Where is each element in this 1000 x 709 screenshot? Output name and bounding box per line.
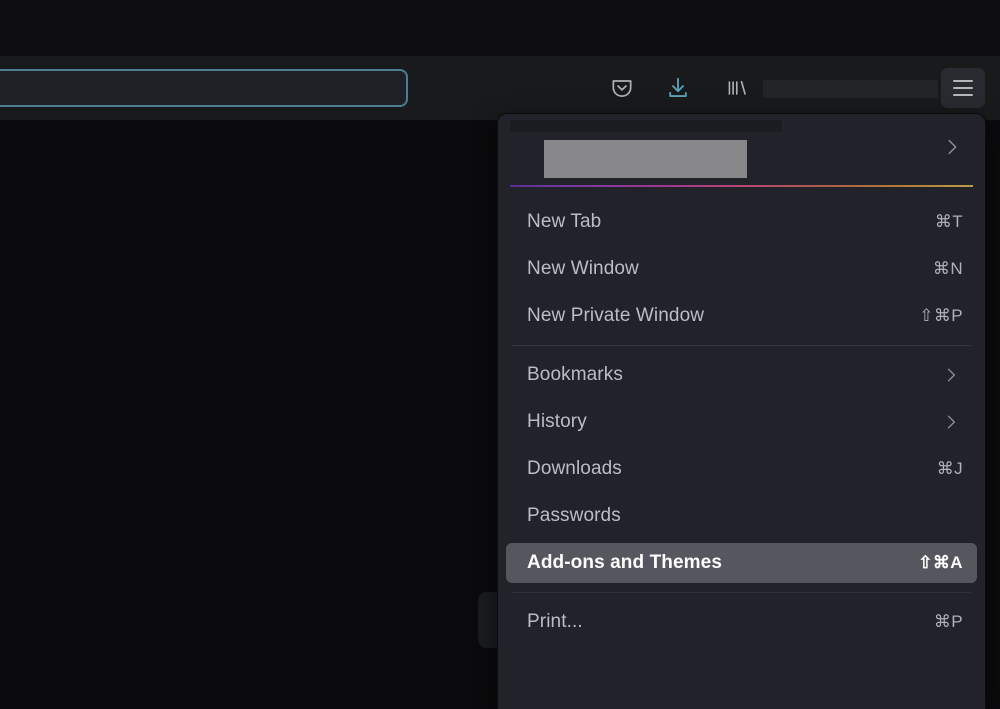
downloads-button[interactable] [660,70,696,106]
menu-separator-2 [512,592,971,593]
hamburger-bar-2 [953,87,973,89]
menu-item-label: Downloads [527,458,622,479]
account-row-strip [510,120,782,132]
menu-item-shortcut: ⌘J [936,459,963,478]
app-menu-button[interactable] [941,68,985,108]
menu-item-bookmarks[interactable]: Bookmarks [506,355,977,395]
account-row[interactable] [498,114,985,180]
menu-item-history[interactable]: History [506,402,977,442]
menu-item-label: History [527,411,587,432]
account-gradient-divider [510,185,973,187]
library-icon [724,75,750,101]
menu-item-shortcut: ⌘P [933,612,963,631]
menu-item-label: Add-ons and Themes [527,552,722,573]
menu-item-new-window[interactable]: New Window ⌘N [506,249,977,289]
menu-item-label: Bookmarks [527,364,623,385]
menu-item-new-private-window[interactable]: New Private Window ⇧⌘P [506,296,977,336]
account-name-redacted [544,140,747,178]
menu-item-label: Print... [527,611,583,632]
toolbar-overflow-area [763,80,938,98]
menu-separator-1 [512,345,971,346]
menu-item-add-ons-and-themes[interactable]: Add-ons and Themes ⇧⌘A [506,543,977,583]
menu-item-shortcut: ⌘T [934,212,963,231]
pocket-icon [609,75,635,101]
library-button[interactable] [719,70,755,106]
menu-item-shortcut: ⇧⌘A [918,553,963,572]
menu-item-label: New Window [527,258,639,279]
menu-item-print[interactable]: Print... ⌘P [506,602,977,642]
hamburger-bar-1 [953,80,973,82]
tab-strip [0,0,1000,56]
hamburger-bar-3 [953,94,973,96]
pocket-button[interactable] [604,70,640,106]
menu-item-label: Passwords [527,505,621,526]
url-input[interactable] [0,69,408,107]
menu-item-label: New Private Window [527,305,705,326]
browser-window: New Tab ⌘T New Window ⌘N New Private Win… [0,0,1000,709]
chevron-right-icon [941,412,961,432]
menu-item-label: New Tab [527,211,602,232]
menu-item-new-tab[interactable]: New Tab ⌘T [506,202,977,242]
download-icon [665,75,691,101]
menu-item-passwords[interactable]: Passwords [506,496,977,536]
menu-item-shortcut: ⇧⌘P [919,306,963,325]
menu-item-shortcut: ⌘N [932,259,963,278]
app-menu-panel: New Tab ⌘T New Window ⌘N New Private Win… [498,114,985,709]
chevron-right-icon [941,365,961,385]
menu-item-downloads[interactable]: Downloads ⌘J [506,449,977,489]
app-menu-list: New Tab ⌘T New Window ⌘N New Private Win… [498,187,985,642]
chevron-right-icon [941,136,963,158]
